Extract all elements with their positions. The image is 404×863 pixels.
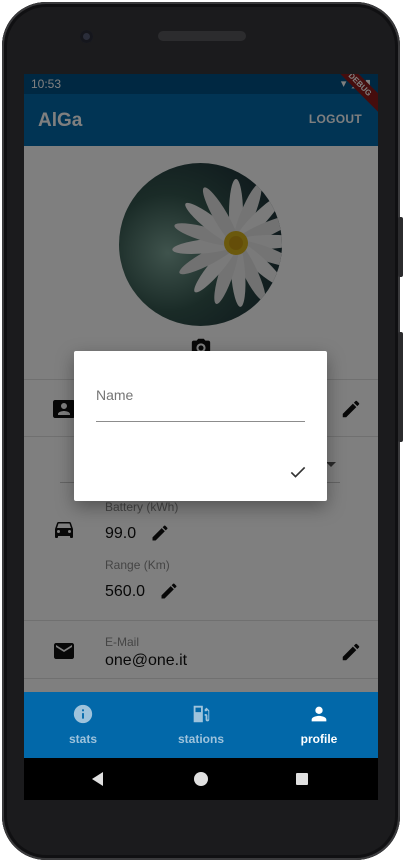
front-camera-icon xyxy=(80,30,93,43)
home-icon[interactable] xyxy=(193,771,209,787)
phone-frame: 10:53 ▾ ◢ ▮ AlGa LOGOUT DEBUG xyxy=(2,2,403,860)
power-button xyxy=(398,332,403,442)
screen: 10:53 ▾ ◢ ▮ AlGa LOGOUT DEBUG xyxy=(24,74,378,800)
confirm-check-icon[interactable] xyxy=(287,462,309,482)
bottom-navigation: stats stations profile xyxy=(24,692,378,758)
person-icon xyxy=(311,706,327,722)
back-icon[interactable] xyxy=(90,771,106,787)
nav-item-stats[interactable]: stats xyxy=(24,692,142,758)
info-icon xyxy=(73,704,93,724)
nav-label-stations: stations xyxy=(177,732,224,746)
name-input-underline xyxy=(96,421,305,422)
gas-station-icon xyxy=(193,705,210,723)
system-navigation-bar xyxy=(24,758,378,800)
nav-item-profile[interactable]: profile xyxy=(260,692,378,758)
earpiece-speaker xyxy=(158,31,246,41)
volume-button xyxy=(398,217,403,277)
name-input[interactable] xyxy=(96,399,305,421)
nav-item-stations[interactable]: stations xyxy=(142,692,260,758)
edit-name-dialog: Name xyxy=(74,351,327,501)
nav-label-profile: profile xyxy=(300,732,338,746)
nav-label-stats: stats xyxy=(68,732,97,746)
recents-icon[interactable] xyxy=(294,771,310,787)
